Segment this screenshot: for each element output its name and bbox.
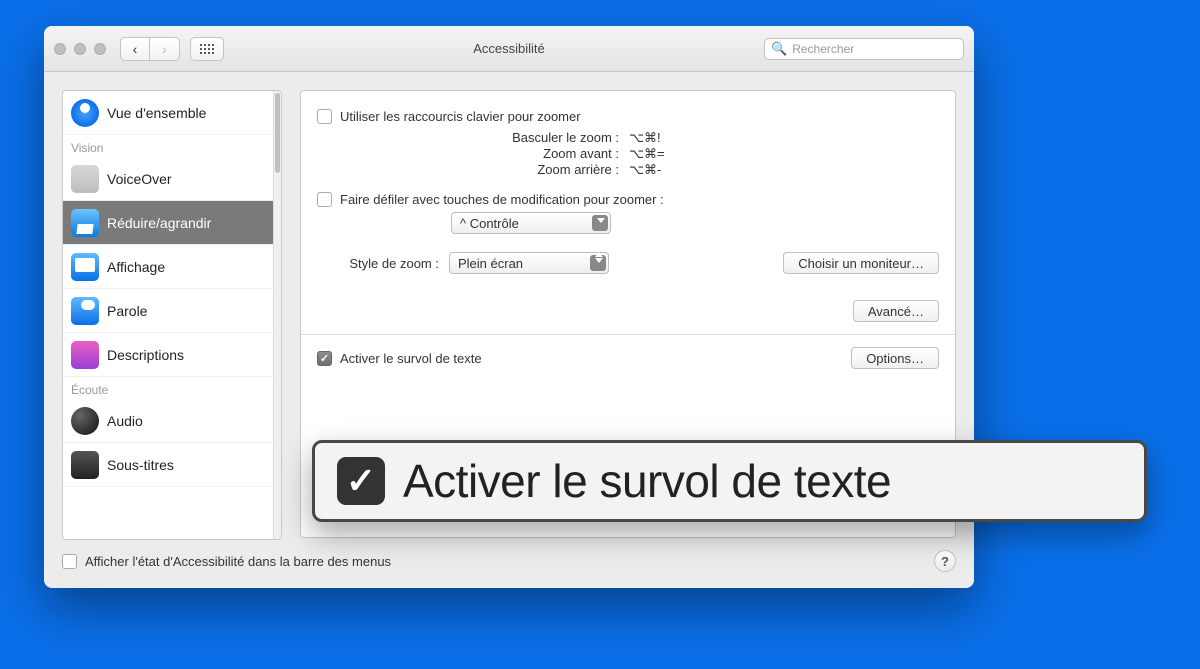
hover-text-label: Activer le survol de texte <box>340 351 482 366</box>
sidebar-item-speech[interactable]: Parole <box>63 289 281 333</box>
use-keyboard-row: Utiliser les raccourcis clavier pour zoo… <box>317 109 939 124</box>
footer: Afficher l'état d'Accessibilité dans la … <box>44 540 974 588</box>
hover-overlay-text: Activer le survol de texte <box>403 454 891 508</box>
shortcut-out-label: Zoom arrière : <box>369 162 619 178</box>
modifier-key-select[interactable]: ^ Contrôle <box>451 212 611 234</box>
nav-buttons: ‹ › <box>120 37 180 61</box>
sidebar-item-subtitles[interactable]: Sous-titres <box>63 443 281 487</box>
sidebar-scroll[interactable]: Vue d'ensemble Vision VoiceOver Réduire/… <box>63 91 281 539</box>
window-title: Accessibilité <box>473 41 545 56</box>
zoom-style-value: Plein écran <box>458 256 523 271</box>
scrollbar[interactable] <box>273 91 281 539</box>
checkmark-icon <box>337 457 385 505</box>
chevron-down-icon <box>597 218 605 223</box>
scroll-modifier-checkbox[interactable] <box>317 192 332 207</box>
voiceover-icon <box>71 165 99 193</box>
sidebar-item-descriptions[interactable]: Descriptions <box>63 333 281 377</box>
search-input[interactable] <box>792 42 957 56</box>
scrollbar-thumb[interactable] <box>275 93 280 173</box>
zoom-style-select[interactable]: Plein écran <box>449 252 609 274</box>
sidebar-section-vision: Vision <box>63 135 281 157</box>
sidebar-item-label: Affichage <box>107 259 165 275</box>
search-field[interactable]: 🔍 <box>764 38 964 60</box>
zoom-style-label: Style de zoom : <box>317 256 439 271</box>
magnifier-icon <box>71 209 99 237</box>
sidebar: Vue d'ensemble Vision VoiceOver Réduire/… <box>62 90 282 540</box>
sidebar-item-audio[interactable]: Audio <box>63 399 281 443</box>
zoom-style-row: Style de zoom : Plein écran Choisir un m… <box>317 252 939 274</box>
sidebar-item-label: Audio <box>107 413 143 429</box>
hover-text-checkbox[interactable] <box>317 351 332 366</box>
traffic-lights <box>54 43 106 55</box>
sidebar-item-voiceover[interactable]: VoiceOver <box>63 157 281 201</box>
hover-text-row: Activer le survol de texte Options… <box>317 347 939 369</box>
show-in-menubar-label: Afficher l'état d'Accessibilité dans la … <box>85 554 391 569</box>
grid-icon <box>200 44 214 54</box>
sidebar-item-label: Sous-titres <box>107 457 174 473</box>
scroll-modifier-label: Faire défiler avec touches de modificati… <box>340 192 664 207</box>
sidebar-item-display[interactable]: Affichage <box>63 245 281 289</box>
forward-button[interactable]: › <box>150 37 180 61</box>
show-all-button[interactable] <box>190 37 224 61</box>
sidebar-item-overview[interactable]: Vue d'ensemble <box>63 91 281 135</box>
scroll-modifier-row: Faire défiler avec touches de modificati… <box>317 192 939 207</box>
shortcut-toggle-label: Basculer le zoom : <box>369 130 619 146</box>
use-keyboard-label: Utiliser les raccourcis clavier pour zoo… <box>340 109 581 124</box>
sidebar-item-label: Parole <box>107 303 147 319</box>
search-icon: 🔍 <box>771 41 787 57</box>
advanced-button[interactable]: Avancé… <box>853 300 939 322</box>
shortcut-out-keys: ⌥⌘- <box>629 162 689 178</box>
sidebar-item-label: Réduire/agrandir <box>107 215 211 231</box>
shortcut-toggle-keys: ⌥⌘! <box>629 130 689 146</box>
sidebar-item-label: Descriptions <box>107 347 184 363</box>
sidebar-item-zoom[interactable]: Réduire/agrandir <box>63 201 281 245</box>
speaker-icon <box>71 407 99 435</box>
modifier-key-value: ^ Contrôle <box>460 216 519 231</box>
descriptions-icon <box>71 341 99 369</box>
speech-icon <box>71 297 99 325</box>
display-icon <box>71 253 99 281</box>
titlebar: ‹ › Accessibilité 🔍 <box>44 26 974 72</box>
shortcut-in-label: Zoom avant : <box>369 146 619 162</box>
use-keyboard-checkbox[interactable] <box>317 109 332 124</box>
sidebar-section-ecoute: Écoute <box>63 377 281 399</box>
choose-monitor-button[interactable]: Choisir un moniteur… <box>783 252 939 274</box>
hover-text-overlay: Activer le survol de texte <box>312 440 1147 522</box>
sidebar-item-label: VoiceOver <box>107 171 172 187</box>
close-icon[interactable] <box>54 43 66 55</box>
minimize-icon[interactable] <box>74 43 86 55</box>
sidebar-item-label: Vue d'ensemble <box>107 105 206 121</box>
show-in-menubar-checkbox[interactable] <box>62 554 77 569</box>
back-button[interactable]: ‹ <box>120 37 150 61</box>
shortcut-in-keys: ⌥⌘= <box>629 146 689 162</box>
accessibility-icon <box>71 99 99 127</box>
options-button[interactable]: Options… <box>851 347 939 369</box>
subtitles-icon <box>71 451 99 479</box>
help-button[interactable]: ? <box>934 550 956 572</box>
shortcut-list: Basculer le zoom : ⌥⌘! Zoom avant : ⌥⌘= … <box>317 130 939 178</box>
zoom-icon[interactable] <box>94 43 106 55</box>
chevron-updown-icon <box>595 258 603 263</box>
divider <box>301 334 955 335</box>
